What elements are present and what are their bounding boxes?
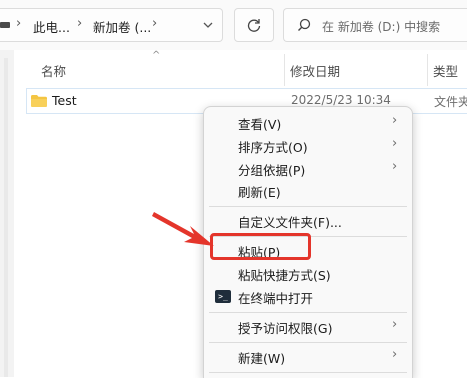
computer-icon	[0, 22, 10, 28]
menu-separator	[209, 206, 407, 207]
chevron-right-icon: ›	[392, 136, 398, 151]
chevron-right-icon[interactable]: ›	[77, 16, 82, 31]
column-header-row: 名称 修改日期 类型	[0, 56, 467, 86]
menu-item-customize-folder[interactable]: 自定义文件夹(F)...	[204, 210, 412, 232]
menu-item-label: 粘贴快捷方式(S)	[238, 268, 331, 283]
file-type: 文件夹	[434, 95, 467, 109]
menu-separator	[209, 372, 407, 373]
annotation-arrow-icon	[152, 212, 214, 246]
file-date: 2022/5/23 10:34	[291, 93, 391, 107]
menu-item-new[interactable]: 新建(W) ›	[204, 346, 412, 368]
menu-item-label: 在终端中打开	[238, 291, 314, 306]
menu-item-group[interactable]: 分组依据(P) ›	[204, 158, 412, 180]
menu-item-paste-shortcut[interactable]: 粘贴快捷方式(S)	[204, 263, 412, 285]
search-box[interactable]: 在 新加卷 (D:) 中搜索	[283, 8, 467, 42]
column-header-date[interactable]: 修改日期	[290, 61, 340, 80]
chevron-down-icon[interactable]	[203, 21, 213, 29]
column-header-name[interactable]: 名称	[41, 61, 66, 80]
refresh-button[interactable]	[234, 8, 274, 42]
chevron-right-icon[interactable]: ›	[152, 16, 157, 31]
chevron-right-icon: ›	[392, 113, 398, 128]
breadcrumb-this-pc[interactable]: 此电...	[33, 17, 70, 36]
menu-item-label: 自定义文件夹(F)...	[238, 215, 342, 230]
menu-item-view[interactable]: 查看(V) ›	[204, 112, 412, 134]
file-name: Test	[52, 93, 77, 108]
menu-item-label: 查看(V)	[238, 117, 282, 132]
scrollbar[interactable]	[4, 58, 8, 377]
terminal-icon: >_	[215, 290, 231, 303]
chevron-right-icon: ›	[392, 159, 398, 174]
chevron-right-icon: ›	[392, 317, 398, 332]
menu-item-label: 授予访问权限(G)	[238, 321, 333, 336]
folder-icon	[31, 95, 47, 107]
address-bar[interactable]: › 此电... › 新加卷 (... ›	[0, 8, 223, 42]
chevron-right-icon[interactable]: ›	[16, 16, 21, 31]
menu-item-label: 分组依据(P)	[238, 163, 306, 178]
menu-item-label: 排序方式(O)	[238, 140, 308, 155]
menu-item-label: 新建(W)	[238, 351, 286, 366]
breadcrumb-new-volume[interactable]: 新加卷 (...	[93, 17, 151, 36]
navigation-pane-edge	[0, 50, 14, 377]
menu-item-refresh[interactable]: 刷新(E)	[204, 180, 412, 202]
menu-item-sort[interactable]: 排序方式(O) ›	[204, 135, 412, 157]
menu-separator	[209, 312, 407, 313]
menu-item-grant-access[interactable]: 授予访问权限(G) ›	[204, 316, 412, 338]
annotation-highlight-box	[210, 233, 311, 260]
search-input[interactable]: 在 新加卷 (D:) 中搜索	[322, 18, 440, 35]
address-toolbar: › 此电... › 新加卷 (... › 在 新加卷 (D:) 中搜索	[0, 0, 467, 50]
menu-item-open-terminal[interactable]: >_ 在终端中打开	[204, 286, 412, 308]
search-icon	[298, 18, 311, 31]
menu-item-label: 刷新(E)	[238, 185, 281, 200]
column-divider[interactable]	[284, 54, 285, 86]
chevron-right-icon: ›	[392, 347, 398, 362]
column-divider[interactable]	[427, 54, 428, 86]
menu-separator	[209, 342, 407, 343]
refresh-icon	[247, 19, 261, 32]
column-header-type[interactable]: 类型	[433, 61, 458, 80]
